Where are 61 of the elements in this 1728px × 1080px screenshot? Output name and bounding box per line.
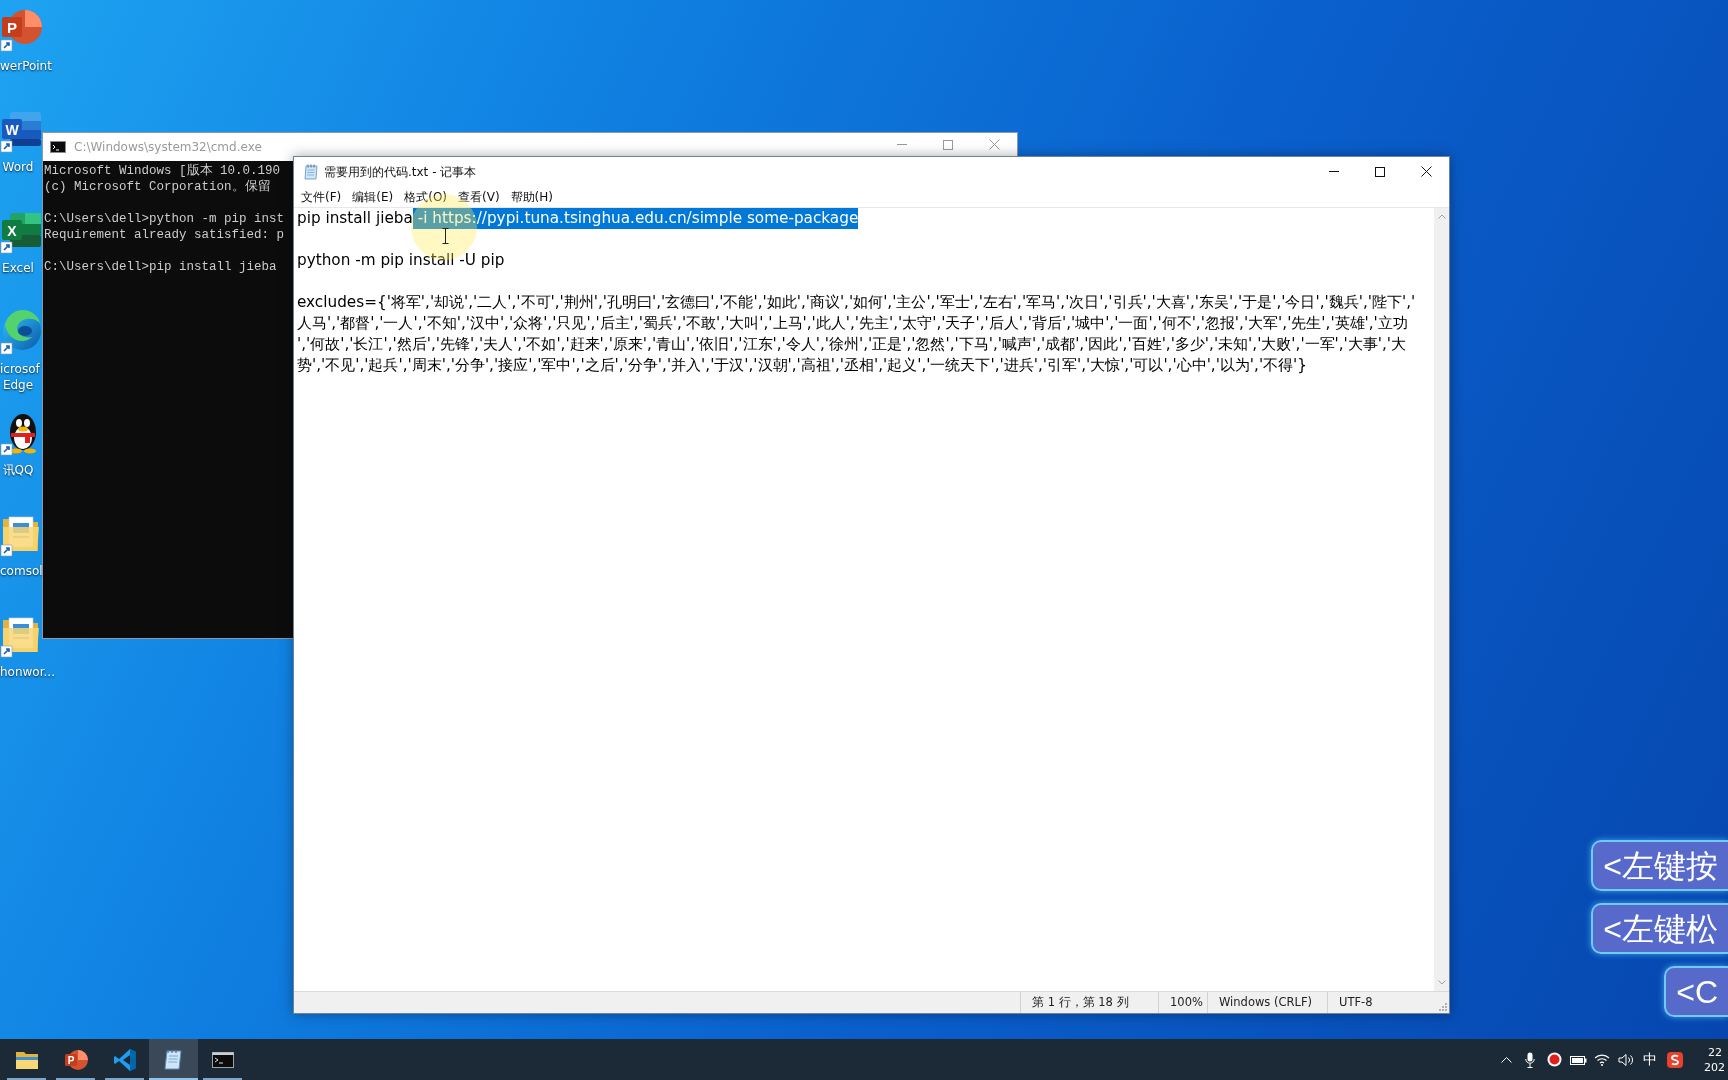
text-line: ','何故','长江','然后','先锋','夫人','不如','赶来','原来','青山','依旧','江东','令人','徐州','正是','忽然','下马','喊声','成都','因此','百姓','多少','未知','大败','一军','大事','大 bbox=[297, 334, 1407, 355]
window-title: 需要用到的代码.txt - 记事本 bbox=[324, 163, 477, 181]
chevron-up-icon[interactable] bbox=[1500, 1056, 1512, 1063]
menu-item[interactable]: 查看(V) bbox=[453, 186, 505, 207]
minimize-icon bbox=[1329, 171, 1339, 172]
scroll-down-icon bbox=[1437, 980, 1446, 985]
record-icon[interactable] bbox=[1546, 1052, 1562, 1067]
icon-label: Word bbox=[2, 159, 34, 175]
selected-text: -i https://pypi.tuna.tsinghua.edu.cn/simple some-package bbox=[412, 208, 859, 229]
maximize-icon bbox=[943, 139, 953, 150]
icon-label: werPoint bbox=[0, 58, 52, 74]
text-cursor-icon bbox=[442, 228, 449, 244]
key-overlay: <左键按 bbox=[1591, 840, 1728, 891]
scrollbar[interactable] bbox=[1434, 208, 1449, 991]
speaker-icon[interactable] bbox=[1618, 1052, 1634, 1067]
menu-item[interactable]: 文件(F) bbox=[296, 186, 347, 207]
microphone-icon[interactable] bbox=[1525, 1051, 1535, 1068]
text-line: 势','不见','起兵','周末','分争','接应','军中','之后','分争','并入','于汉','汉朝','高祖','丞相','起义','一统天下','进兵','引军','大惊','可以','心中','以为','不得'} bbox=[297, 355, 1307, 376]
status-text: 第 1 行，第 18 列 bbox=[1032, 993, 1129, 1011]
text-line: 人马','都督','一人','不知','汉中','众将','只见','后主','蜀兵','不敢','大叫','上马','此人','先主','太守','天子','后人','背后','城中','一面','何不','忽报','大军','先生','英雄','立功 bbox=[297, 313, 1408, 334]
icon-label: comsol bbox=[0, 563, 43, 579]
terminal-icon bbox=[50, 141, 66, 153]
icon-label: honwor... bbox=[0, 664, 55, 680]
status-text: UTF-8 bbox=[1339, 993, 1373, 1011]
menu-item[interactable]: 编辑(E) bbox=[347, 186, 399, 207]
window-title: C:\Windows\system32\cmd.exe bbox=[74, 139, 262, 156]
close-icon bbox=[988, 139, 1000, 150]
resize-grip-icon[interactable] bbox=[1438, 1002, 1447, 1011]
browser-icon[interactable] bbox=[0, 309, 42, 355]
console-line: C:\Users\dell>pip install jieba bbox=[44, 259, 277, 275]
text-line: excludes={'将军','却说','二人','不可','荆州','孔明曰','玄德曰','不能','如此','商议','如何','主公','军士','左右','军马','次日','引兵','大喜','东吴','于是','今日','魏兵','陛下',' bbox=[297, 292, 1416, 313]
menu-item[interactable]: 帮助(H) bbox=[505, 186, 558, 207]
console-line: (c) Microsoft Corporation。保留 bbox=[44, 179, 271, 195]
icon-label: icrosof bbox=[0, 361, 40, 377]
status-text: 100% bbox=[1170, 993, 1203, 1011]
status-text: Windows (CRLF) bbox=[1219, 993, 1312, 1011]
text-line: python -m pip install -U pip bbox=[297, 250, 505, 271]
input-mode-button[interactable]: 中 bbox=[1638, 1049, 1662, 1070]
notepad-icon bbox=[304, 163, 318, 180]
icon-label: 讯QQ bbox=[2, 462, 34, 478]
console-line: C:\Users\dell>python -m pip inst bbox=[44, 211, 285, 227]
key-overlay: <C bbox=[1664, 966, 1728, 1017]
code-editor-icon bbox=[112, 1047, 137, 1072]
clock-date[interactable]: 202 bbox=[1704, 1059, 1725, 1075]
battery-icon[interactable] bbox=[1569, 1054, 1587, 1065]
scroll-up-icon bbox=[1437, 214, 1446, 219]
icon-label: Excel bbox=[2, 260, 34, 276]
minimize-icon bbox=[897, 144, 907, 145]
taskbar-button[interactable]: P bbox=[51, 1039, 100, 1080]
console-line: Microsoft Windows [版本 10.0.190 bbox=[44, 163, 281, 179]
close-icon bbox=[1420, 166, 1432, 177]
wifi-icon[interactable] bbox=[1594, 1053, 1610, 1066]
ime-logo-icon[interactable] bbox=[1667, 1051, 1683, 1068]
taskbar-button[interactable] bbox=[149, 1039, 198, 1080]
menu-item[interactable]: 格式(O) bbox=[399, 186, 453, 207]
text-line: pip install jieba bbox=[297, 208, 413, 229]
clock-time[interactable]: 22 bbox=[1708, 1044, 1722, 1060]
maximize-icon bbox=[1375, 166, 1385, 177]
key-overlay: <左键松 bbox=[1591, 903, 1728, 954]
console-line: Requirement already satisfied: p bbox=[44, 227, 285, 243]
icon-label: Edge bbox=[2, 377, 34, 393]
